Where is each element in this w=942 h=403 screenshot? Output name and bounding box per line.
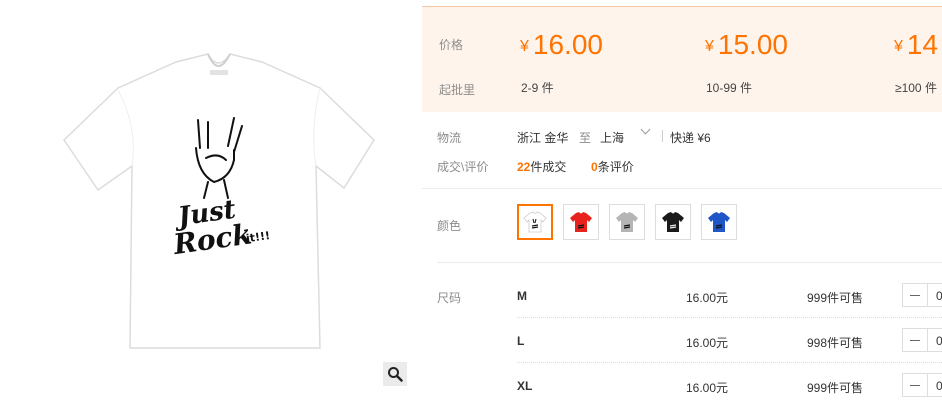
magnifier-icon [388, 367, 403, 382]
size-name: XL [517, 379, 533, 393]
minus-icon [910, 294, 920, 296]
t-shirt-icon [616, 212, 638, 232]
color-swatch-black[interactable] [655, 204, 691, 240]
deal-suffix: 件成交 [530, 160, 567, 174]
ship-from: 浙江 金华 [517, 131, 569, 145]
ship-to-word: 至 [579, 131, 592, 145]
size-stock: 999件可售 [807, 381, 864, 395]
color-swatch-grey[interactable] [609, 204, 645, 240]
deal-count: 22 [517, 160, 531, 174]
quantity-minus-button[interactable] [902, 373, 928, 397]
t-shirt-icon [570, 212, 592, 232]
zoom-button[interactable] [383, 362, 407, 386]
size-price: 16.00元 [686, 381, 729, 395]
t-shirt-image: Just Rock it!!! [63, 53, 375, 349]
divider [517, 362, 942, 363]
tier-range: ≥100 件 [895, 81, 937, 95]
moq-label: 起批里 [439, 83, 476, 97]
review-suffix: 条评价 [597, 160, 634, 174]
tier-price: ¥15.00 [705, 29, 788, 60]
deals-label: 成交\评价 [437, 160, 489, 174]
size-stock: 998件可售 [807, 336, 864, 350]
size-price: 16.00元 [686, 336, 729, 350]
quantity-input[interactable]: 0 [927, 328, 942, 352]
tier-price: ¥16.00 [520, 29, 603, 60]
product-image[interactable]: Just Rock it!!! [0, 0, 412, 403]
shipping-fee: 快递 ¥6 [670, 131, 711, 145]
review-count: 0 [591, 160, 598, 174]
t-shirt-icon [708, 212, 730, 232]
size-name: L [517, 334, 525, 348]
order-panel: 价格 起批里 ¥16.00 2-9 件 ¥15.00 10-99 件 ¥14 ≥… [422, 0, 942, 403]
size-price: 16.00元 [686, 291, 729, 305]
tier-price: ¥14 [894, 29, 939, 60]
divider [437, 262, 942, 263]
tier-range: 2-9 件 [521, 81, 554, 95]
size-name: M [517, 289, 527, 303]
divider [662, 130, 663, 142]
minus-icon [910, 339, 920, 341]
quantity-input[interactable]: 0 [927, 283, 942, 307]
color-swatch-white[interactable] [517, 204, 553, 240]
color-label: 颜色 [437, 219, 462, 233]
color-swatch-red[interactable] [563, 204, 599, 240]
size-label: 尺码 [437, 291, 462, 305]
price-tier-box: 价格 起批里 ¥16.00 2-9 件 ¥15.00 10-99 件 ¥14 ≥… [422, 6, 942, 112]
color-swatch-blue[interactable] [701, 204, 737, 240]
minus-icon [910, 384, 920, 386]
quantity-input[interactable]: 0 [927, 373, 942, 397]
chevron-down-icon[interactable] [640, 124, 651, 135]
size-stock: 999件可售 [807, 291, 864, 305]
deal-count-link[interactable]: 22件成交 [517, 158, 566, 175]
ship-to-city[interactable]: 上海 [600, 129, 624, 146]
quantity-minus-button[interactable] [902, 328, 928, 352]
logistics-label: 物流 [437, 131, 462, 145]
quantity-minus-button[interactable] [902, 283, 928, 307]
divider [517, 317, 942, 318]
t-shirt-icon [662, 212, 684, 232]
tier-range: 10-99 件 [706, 81, 753, 95]
price-label: 价格 [439, 38, 464, 52]
t-shirt-icon [523, 211, 547, 233]
divider [422, 188, 942, 189]
review-count-link[interactable]: 0条评价 [591, 158, 634, 175]
